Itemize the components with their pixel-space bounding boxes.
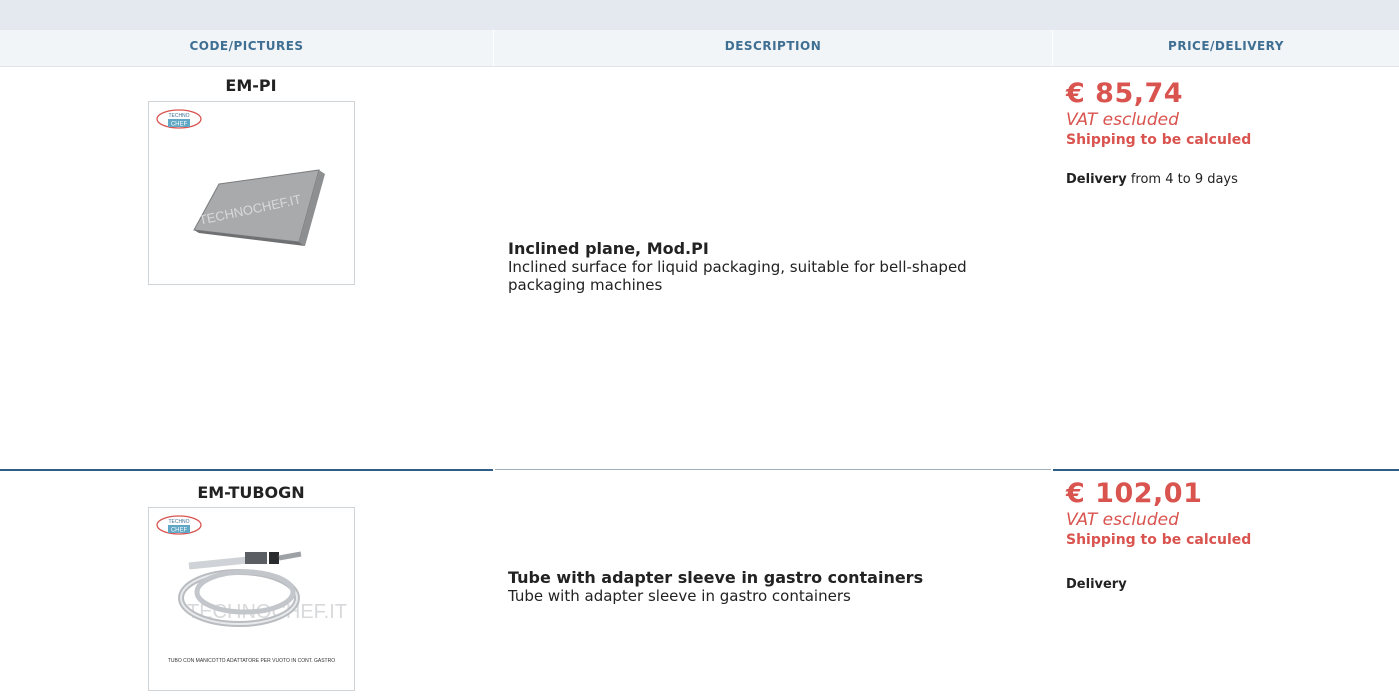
- delivery-text: from 4 to 9 days: [1130, 172, 1238, 187]
- top-strip: [0, 0, 1399, 30]
- vat-note: VAT escluded: [1066, 110, 1179, 130]
- shipping-note: Shipping to be calculed: [1066, 532, 1252, 548]
- shipping-note: Shipping to be calculed: [1066, 132, 1252, 148]
- row-divider-left: [0, 469, 493, 471]
- image-caption: TUBO CON MANICOTTO ADATTATORE PER VUOTO …: [167, 658, 336, 664]
- delivery-label: Delivery: [1066, 577, 1127, 592]
- header-description: DESCRIPTION: [494, 30, 1053, 66]
- row-divider-right: [1053, 469, 1399, 471]
- delivery-info: Delivery: [1066, 577, 1127, 592]
- product-description: Tube with adapter sleeve in gastro conta…: [508, 569, 1038, 606]
- delivery-info: Delivery from 4 to 9 days: [1066, 172, 1238, 187]
- product-description: Inclined plane, Mod.PI Inclined surface …: [508, 240, 1038, 295]
- product-title[interactable]: Inclined plane, Mod.PI: [508, 240, 1038, 258]
- vat-note: VAT escluded: [1066, 510, 1179, 530]
- inclined-plane-illustration: TECHNOCHEF.IT: [193, 169, 325, 246]
- product-code[interactable]: EM-PI: [171, 76, 331, 95]
- table-header: CODE/PICTURES DESCRIPTION PRICE/DELIVERY: [0, 30, 1399, 67]
- product-title[interactable]: Tube with adapter sleeve in gastro conta…: [508, 569, 1038, 587]
- product-image[interactable]: TECHNO CHEF TECHNOCHEF.IT TUBO CON MANIC…: [148, 507, 355, 691]
- product-price: € 102,01: [1066, 478, 1203, 509]
- header-code-pictures: CODE/PICTURES: [0, 30, 494, 66]
- header-price-delivery: PRICE/DELIVERY: [1168, 39, 1284, 53]
- product-description-text: Tube with adapter sleeve in gastro conta…: [508, 587, 851, 605]
- product-code[interactable]: EM-TUBOGN: [171, 483, 331, 502]
- product-image[interactable]: TECHNO CHEF TECHNOCHEF.IT: [148, 101, 355, 285]
- product-description-text: Inclined surface for liquid packaging, s…: [508, 258, 967, 294]
- product-price: € 85,74: [1066, 78, 1184, 109]
- row-divider-middle: [495, 469, 1051, 470]
- delivery-label: Delivery: [1066, 172, 1127, 187]
